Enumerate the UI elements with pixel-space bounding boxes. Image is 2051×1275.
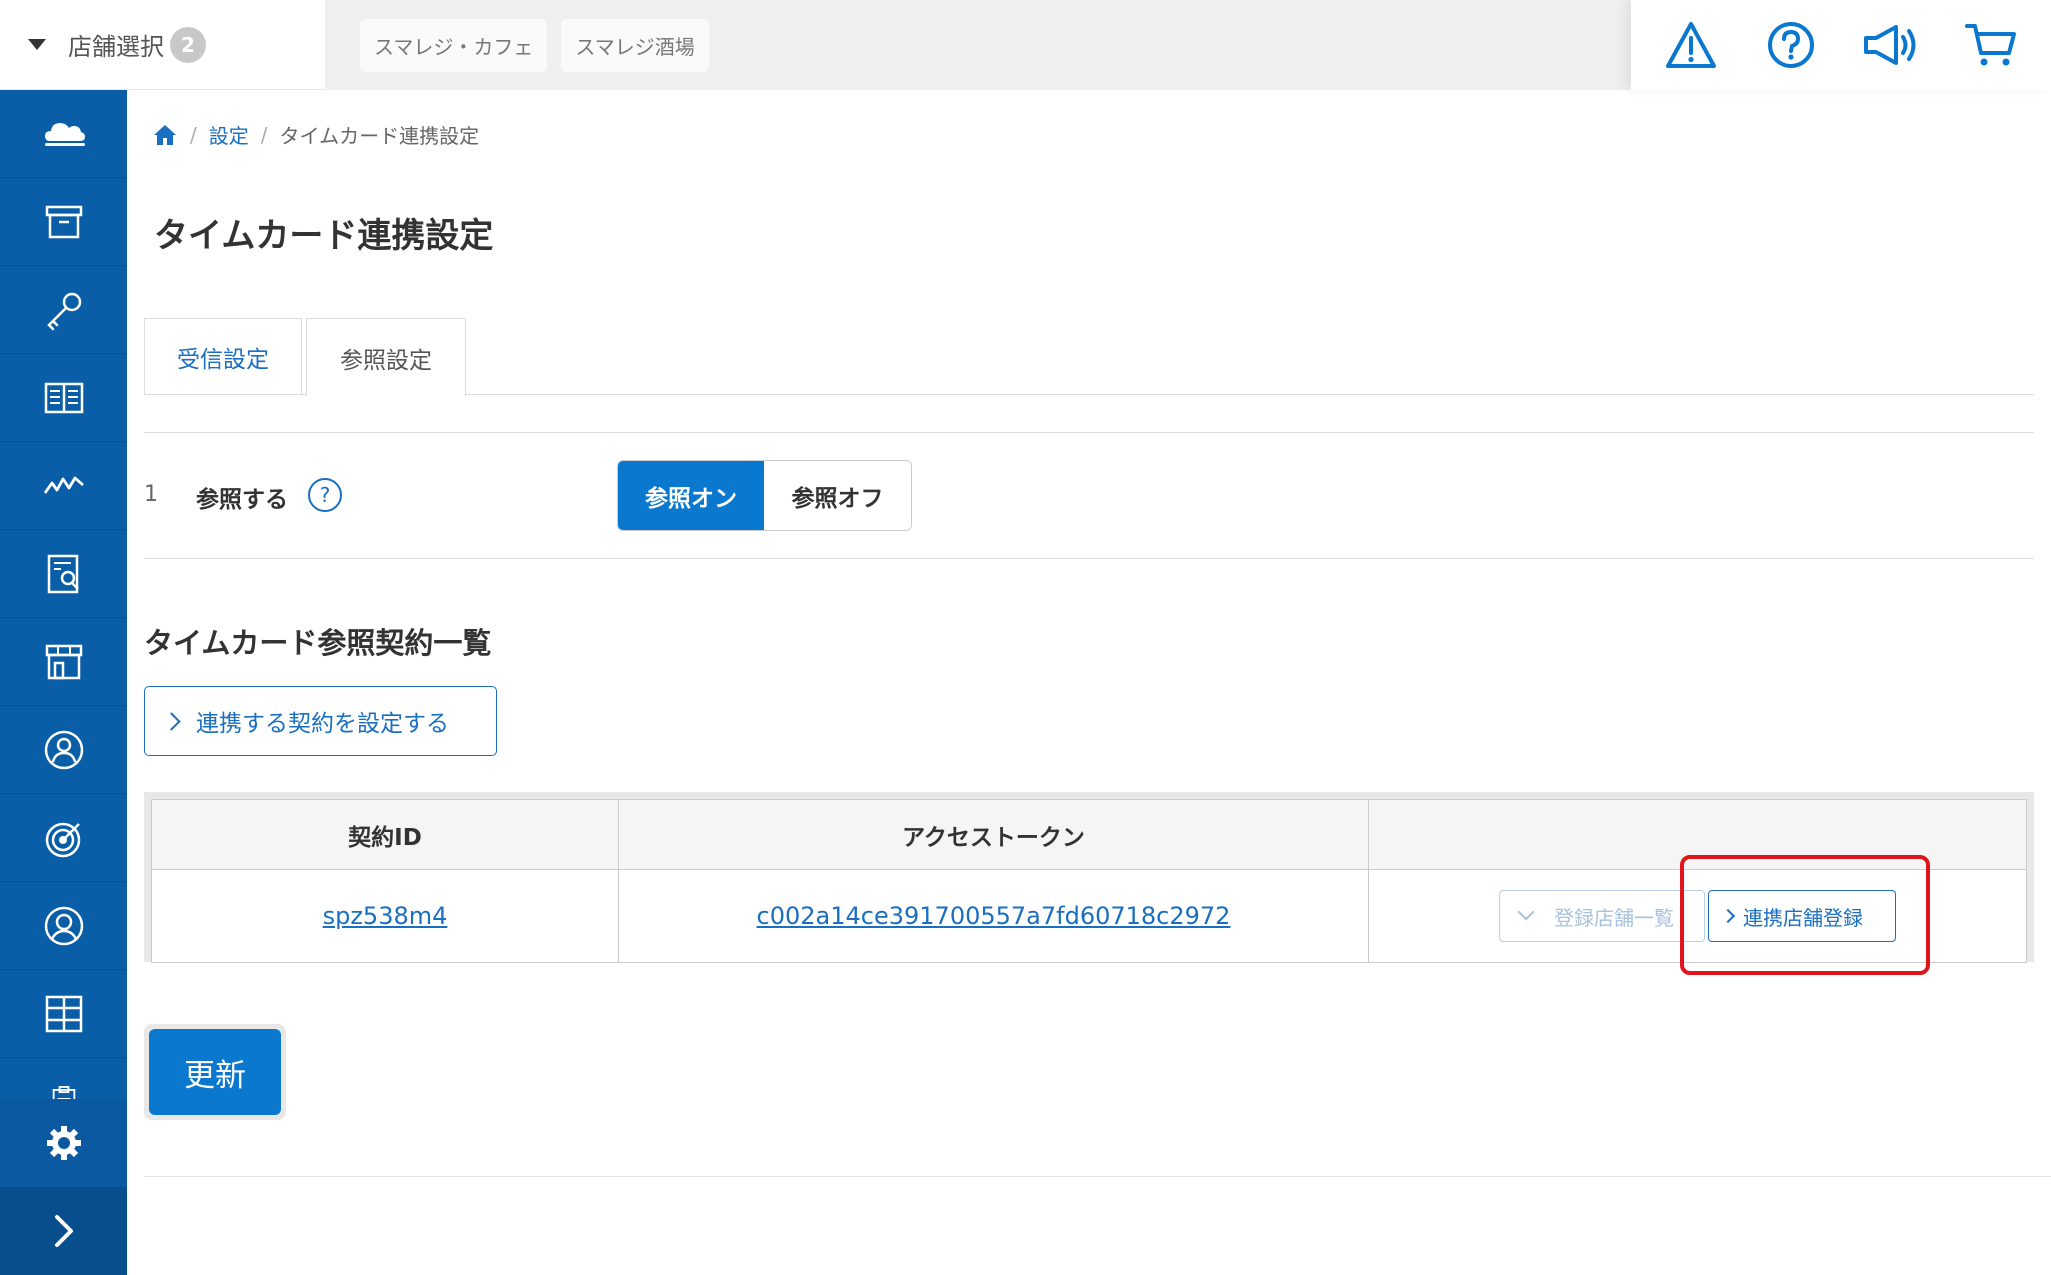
settings-button[interactable] <box>0 1099 127 1187</box>
report-icon <box>47 554 79 593</box>
sidebar-item-report[interactable] <box>0 530 127 618</box>
store-chip[interactable]: スマレジ・カフェ <box>360 18 548 72</box>
setting-label: 参照する <box>196 487 288 513</box>
archive-icon <box>45 205 82 238</box>
sidebar-item-person[interactable] <box>0 882 127 970</box>
divider <box>144 432 2034 433</box>
sidebar-item-key[interactable] <box>0 266 127 354</box>
sidebar-item-store[interactable] <box>0 618 127 706</box>
setting-number: 1 <box>144 482 158 507</box>
tab-reference-settings[interactable]: 参照設定 <box>306 318 466 396</box>
store-icon <box>45 644 82 679</box>
sidebar <box>0 90 127 1275</box>
divider <box>144 558 2034 559</box>
sidebar-bottom <box>0 1099 127 1275</box>
help-icon[interactable] <box>1761 15 1821 75</box>
breadcrumb-settings-link[interactable]: 設定 <box>209 120 249 149</box>
contract-id-cell: spz538m4 <box>151 869 619 963</box>
update-button-wrapper: 更新 <box>144 1024 286 1120</box>
access-token-link[interactable]: c002a14ce391700557a7fd60718c2972 <box>757 902 1231 930</box>
sidebar-item-cloud[interactable] <box>0 90 127 178</box>
breadcrumb-separator: / <box>260 122 268 147</box>
store-select-dropdown[interactable]: 店舗選択 2 <box>0 0 325 90</box>
sidebar-item-chart[interactable] <box>0 442 127 530</box>
contracts-section-title: タイムカード参照契約一覧 <box>144 626 492 660</box>
chart-icon <box>43 476 84 494</box>
sidebar-item-grid[interactable] <box>0 970 127 1058</box>
help-icon[interactable]: ? <box>308 478 342 512</box>
update-button[interactable]: 更新 <box>149 1029 281 1115</box>
reference-off-button[interactable]: 参照オフ <box>764 461 911 530</box>
breadcrumb-current: タイムカード連携設定 <box>279 124 480 148</box>
highlight-annotation <box>1680 855 1930 975</box>
header-actions <box>1631 0 2051 90</box>
cloud-icon <box>44 122 85 146</box>
registered-stores-label: 登録店舗一覧 <box>1554 905 1674 930</box>
sidebar-expand-button[interactable] <box>0 1187 127 1275</box>
reference-setting-row: 1 参照する ? 参照オン 参照オフ <box>144 460 2034 532</box>
contract-id-link[interactable]: spz538m4 <box>323 902 448 930</box>
key-icon <box>46 292 81 330</box>
caret-down-icon <box>28 39 46 50</box>
breadcrumb-separator: / <box>190 122 197 147</box>
warning-icon[interactable] <box>1661 15 1721 75</box>
selected-stores: スマレジ・カフェ スマレジ酒場 <box>325 0 1631 90</box>
sidebar-item-target[interactable] <box>0 794 127 882</box>
column-header-access-token: アクセストークン <box>618 799 1369 870</box>
cart-icon[interactable] <box>1961 15 2021 75</box>
breadcrumb: / 設定 / タイムカード連携設定 <box>152 120 479 149</box>
grid-icon <box>45 995 82 1032</box>
divider <box>144 1176 2051 1177</box>
chevron-right-icon <box>162 711 181 731</box>
megaphone-icon[interactable] <box>1861 15 1921 75</box>
store-count-badge: 2 <box>170 26 206 63</box>
person-icon <box>44 906 83 945</box>
store-select-label: 店舗選択 <box>68 33 164 61</box>
tab-receive-settings[interactable]: 受信設定 <box>144 318 302 395</box>
store-chip[interactable]: スマレジ酒場 <box>561 18 709 72</box>
sidebar-item-user[interactable] <box>0 706 127 794</box>
reference-on-button[interactable]: 参照オン <box>618 461 764 530</box>
set-contract-label: 連携する契約を設定する <box>196 711 449 737</box>
top-bar: 店舗選択 2 スマレジ・カフェ スマレジ酒場 <box>0 0 2051 90</box>
target-icon <box>45 822 80 857</box>
chevron-down-icon <box>1517 903 1535 921</box>
user-icon <box>44 730 83 769</box>
access-token-cell: c002a14ce391700557a7fd60718c2972 <box>618 869 1369 963</box>
set-contract-button[interactable]: 連携する契約を設定する <box>144 686 497 756</box>
chevron-right-icon <box>54 1215 73 1247</box>
home-icon[interactable] <box>152 123 178 147</box>
column-header-contract-id: 契約ID <box>151 799 619 870</box>
gear-icon <box>46 1126 81 1160</box>
reference-toggle: 参照オン 参照オフ <box>617 460 912 531</box>
book-icon <box>44 382 83 413</box>
sidebar-item-archive[interactable] <box>0 178 127 266</box>
page-title: タイムカード連携設定 <box>154 216 494 256</box>
registered-stores-button: 登録店舗一覧 <box>1499 890 1705 942</box>
main-content: / 設定 / タイムカード連携設定 タイムカード連携設定 受信設定 参照設定 1… <box>127 90 2051 1275</box>
sidebar-item-book[interactable] <box>0 354 127 442</box>
